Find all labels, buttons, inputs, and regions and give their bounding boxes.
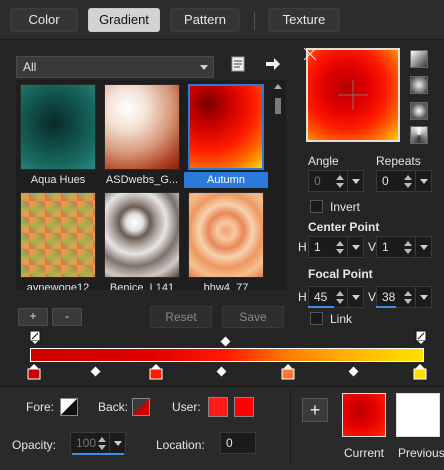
gallery-item-asdwebs[interactable]: ASDwebs_G... [102,82,182,186]
center-v-value: 1 [382,240,389,254]
gradient-gallery: Aqua Hues ASDwebs_G... Autumn aynewone12… [16,80,286,290]
tab-color[interactable]: Color [10,8,78,32]
current-label: Current [344,446,385,460]
color-midpoint-2[interactable] [216,366,227,377]
focal-h-field[interactable]: 45 [308,286,364,308]
scroll-thumb[interactable] [275,98,281,114]
scroll-up-icon[interactable] [274,84,282,89]
add-gradient-button[interactable]: + [18,308,48,326]
focal-h-value: 45 [314,290,328,304]
center-v-field[interactable]: 1 [376,236,432,258]
focal-crosshair-icon[interactable] [336,78,370,112]
repeats-label: Repeats [376,154,421,168]
radial-style-icon[interactable] [410,102,428,120]
center-point-label: Center Point [308,220,380,234]
focal-h-underline [308,306,334,308]
opacity-stop-end-icon[interactable] [412,330,430,344]
focal-v-underline [376,306,396,308]
gallery-item-label: Autumn [184,172,268,188]
link-label: Link [330,312,353,326]
gradient-preview[interactable] [306,48,400,142]
gallery-item-bhw4-77[interactable]: bhw4_77 [186,190,266,290]
tab-gradient[interactable]: Gradient [88,8,160,32]
angle-field[interactable]: 0 [308,170,364,192]
focal-v-label: V [368,290,377,304]
remove-gradient-button[interactable]: - [52,308,82,326]
gallery-item-autumn[interactable]: Autumn [184,82,268,188]
fore-label: Fore: [26,400,55,414]
repeats-value: 0 [382,174,389,188]
gallery-item-label: Aqua Hues [30,174,86,186]
bottom-divider [290,390,291,466]
center-h-field[interactable]: 1 [308,236,364,258]
opacity-underline [72,453,124,455]
back-swatch[interactable] [132,398,150,416]
color-stop-3[interactable] [280,364,296,380]
focal-v-value: 38 [382,290,396,304]
angle-label: Angle [308,154,339,168]
center-h-label: H [298,240,307,254]
repeats-field[interactable]: 0 [376,170,432,192]
gallery-item-label: bhw4_77 [203,282,249,290]
center-handle-icon[interactable] [302,46,318,62]
previous-label: Previous [398,446,444,460]
gallery-item-benice[interactable]: Benice_L141 [102,190,182,290]
back-label: Back: [98,400,129,414]
invert-label: Invert [330,200,361,214]
center-h-value: 1 [314,240,321,254]
focal-v-field[interactable]: 38 [376,286,432,308]
color-stop-2[interactable] [148,364,164,380]
opacity-stop-start-icon[interactable] [26,330,44,344]
category-dropdown[interactable]: All [16,56,214,78]
location-label: Location: [156,438,205,452]
opacity-field[interactable]: 100 [70,432,126,454]
arrow-right-icon[interactable] [264,56,282,72]
opacity-label: Opacity: [12,438,57,452]
color-stop-4[interactable] [412,364,428,380]
sunburst-style-icon[interactable] [410,126,428,144]
reset-button[interactable]: Reset [150,306,212,328]
gallery-item-aynewone12[interactable]: aynewone12 [18,190,98,290]
chevron-down-icon [200,65,208,70]
location-value: 0 [226,436,233,450]
gallery-item-aqua-hues[interactable]: Aqua Hues [18,82,98,186]
document-icon[interactable] [230,56,246,72]
current-swatch [342,393,386,437]
tab-texture[interactable]: Texture [268,8,340,32]
color-midpoint-1[interactable] [90,366,101,377]
save-button[interactable]: Save [222,306,284,328]
tab-bar: Color Gradient Pattern Texture [0,0,444,40]
angle-value: 0 [314,174,321,188]
color-stop-1[interactable] [26,364,42,380]
gallery-item-label: Benice_L141 [109,282,175,290]
user-swatch-1[interactable] [208,397,228,417]
user-label: User: [172,400,201,414]
user-swatch-2[interactable] [234,397,254,417]
fore-swatch[interactable] [60,398,78,416]
opacity-midpoint-marker[interactable] [220,336,231,347]
center-v-label: V [368,240,377,254]
gallery-scrollbar[interactable] [272,80,284,290]
gallery-item-label: ASDwebs_G... [105,174,179,186]
tab-pattern[interactable]: Pattern [170,8,240,32]
location-field[interactable]: 0 [220,432,256,454]
category-dropdown-value: All [23,60,37,74]
gallery-item-label: aynewone12 [26,282,90,290]
tab-separator [254,12,255,30]
add-to-swatches-button[interactable]: + [302,398,328,422]
color-midpoint-3[interactable] [348,366,359,377]
opacity-value: 100 [76,436,97,450]
link-checkbox[interactable] [310,312,323,325]
invert-checkbox[interactable] [310,200,323,213]
linear-style-icon[interactable] [410,50,428,68]
focal-point-label: Focal Point [308,267,373,281]
gradient-bar[interactable] [30,348,424,362]
focal-h-label: H [298,290,307,304]
previous-swatch[interactable] [396,393,440,437]
rectangular-style-icon[interactable] [410,76,428,94]
